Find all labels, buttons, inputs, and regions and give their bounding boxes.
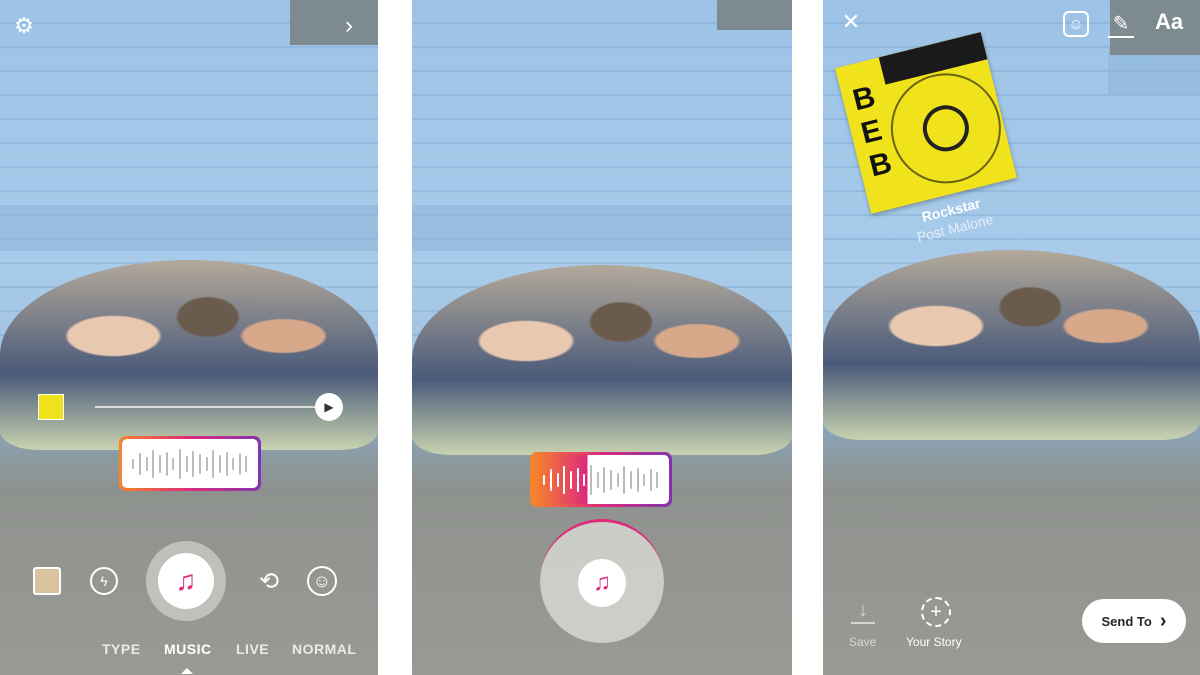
waveform-bar xyxy=(549,468,552,491)
chevron-right-icon: › xyxy=(1159,609,1167,632)
mode-live[interactable]: LIVE xyxy=(236,641,269,657)
mode-type[interactable]: TYPE xyxy=(102,641,141,657)
text-tool-button[interactable]: Aa xyxy=(1151,8,1187,36)
waveform-bar xyxy=(569,470,572,489)
waveform-bar xyxy=(656,471,659,488)
waveform-bar xyxy=(198,453,201,474)
waveform-bar xyxy=(138,452,141,475)
waveform-bar xyxy=(172,457,175,470)
song-timeline-slider[interactable] xyxy=(95,406,317,408)
music-note-icon: ♫ xyxy=(578,558,626,607)
chevron-right-icon[interactable]: › xyxy=(338,12,360,40)
record-button[interactable]: ♫ xyxy=(540,519,664,643)
add-story-icon[interactable]: + xyxy=(921,597,951,627)
waveform-bar xyxy=(629,470,632,489)
window xyxy=(290,0,378,45)
waveform-bar xyxy=(225,451,228,476)
waveform-bar xyxy=(158,454,161,473)
close-icon[interactable]: ✕ xyxy=(839,9,863,34)
waveform-bar xyxy=(178,448,181,479)
waveform-bar xyxy=(185,455,188,472)
album-thumbnail[interactable] xyxy=(38,394,64,420)
flip-camera-icon[interactable]: ⟲ xyxy=(254,566,284,596)
waveform-bar xyxy=(245,455,248,472)
waveform-bar xyxy=(583,473,586,486)
your-story-label[interactable]: Your Story xyxy=(906,635,962,649)
edit-panel: ✕ ☺ ✎ Aa BEB Rockstar Post Malone ↓ Save… xyxy=(823,0,1200,675)
sticker-icon[interactable]: ☺ xyxy=(1063,11,1089,37)
waveform-bar xyxy=(596,471,599,488)
waveform-bar xyxy=(145,456,148,471)
save-label[interactable]: Save xyxy=(849,635,876,649)
mode-normal[interactable]: NORMAL xyxy=(292,641,356,657)
waveform-bar xyxy=(232,457,235,470)
waveform-bar xyxy=(576,467,579,492)
send-to-button[interactable]: Send To › xyxy=(1082,599,1186,643)
face-effects-icon[interactable]: ☺ xyxy=(307,566,337,596)
recording-panel: ♫ xyxy=(412,0,792,675)
waveform-sticker[interactable] xyxy=(119,436,261,491)
waveform-bar xyxy=(556,472,559,487)
waveform-bar xyxy=(165,451,168,476)
capture-button[interactable]: ♫ xyxy=(146,541,226,621)
waveform-bar xyxy=(616,472,619,487)
waveform-bar xyxy=(623,465,626,494)
waveform-bar xyxy=(192,450,195,477)
waveform-bar xyxy=(132,458,135,469)
save-icon[interactable]: ↓ xyxy=(851,598,875,624)
music-note-icon: ♫ xyxy=(158,553,214,609)
waveform-bar xyxy=(649,468,652,491)
camera-panel: ⚙ › ▶ ϟ ♫ ⟲ ☺ TYPE MUSIC LIVE NORMAL xyxy=(0,0,378,675)
waveform-bar xyxy=(152,449,155,478)
play-icon[interactable]: ▶ xyxy=(315,393,343,421)
waveform-bar xyxy=(212,449,215,478)
waveform-bar xyxy=(218,454,221,473)
waveform-sticker[interactable] xyxy=(530,452,672,507)
waveform-bar xyxy=(603,466,606,493)
waveform-bar xyxy=(543,474,546,485)
mode-music[interactable]: MUSIC xyxy=(164,641,212,657)
send-to-label: Send To xyxy=(1101,613,1152,629)
flash-icon[interactable]: ϟ xyxy=(90,567,118,595)
waveform-bar xyxy=(563,465,566,494)
waveform-bar xyxy=(205,456,208,471)
waveform-bar xyxy=(643,473,646,486)
pen-icon[interactable]: ✎ xyxy=(1108,10,1134,38)
waveform-bar xyxy=(636,467,639,492)
gallery-thumbnail[interactable] xyxy=(33,567,61,595)
waveform-bar xyxy=(589,464,592,495)
active-mode-indicator xyxy=(181,668,193,674)
waveform-bar xyxy=(238,452,241,475)
gear-icon[interactable]: ⚙ xyxy=(12,13,36,38)
waveform-bar xyxy=(609,469,612,490)
